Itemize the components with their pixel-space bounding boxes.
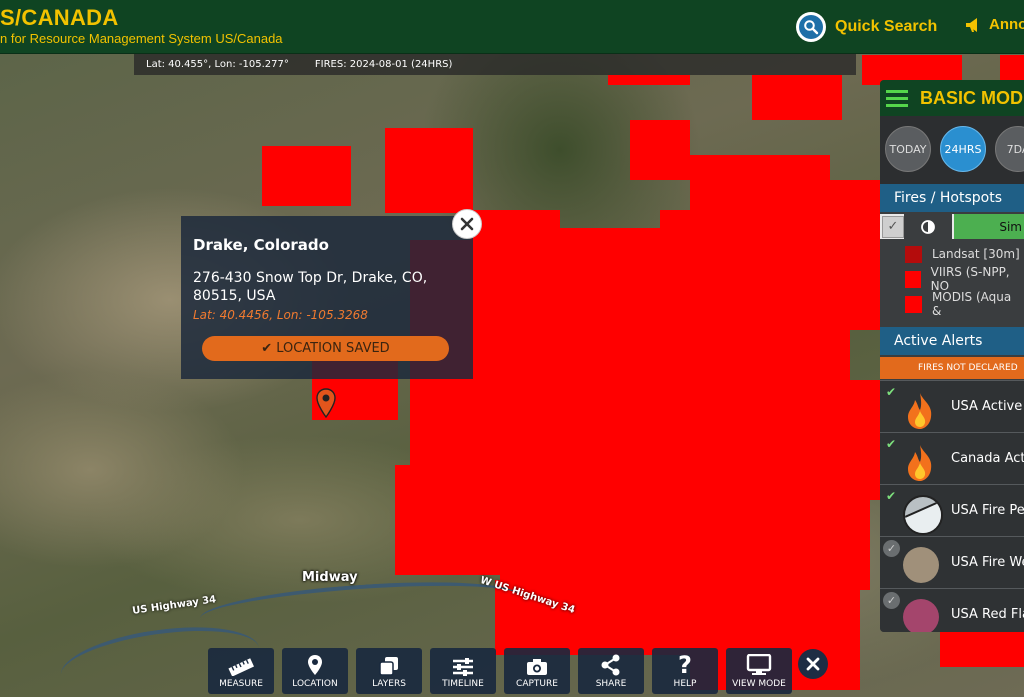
- alert-label: USA Fire We: [951, 555, 1024, 570]
- app-header: S/CANADA n for Resource Management Syste…: [0, 0, 1024, 54]
- coordinates-bar: Lat: 40.455°, Lon: -105.277° FIRES: 2024…: [134, 54, 856, 75]
- active-alerts-header[interactable]: Active Alerts: [880, 327, 1024, 355]
- popup-coordinates: Lat: 40.4456, Lon: -105.3268: [193, 308, 368, 322]
- bottom-toolbar: MEASURE LOCATION LAYERS TIMELINE CAPTURE…: [208, 648, 800, 694]
- legend-item-viirs: VIIRS (S-NPP, NO: [880, 265, 1024, 293]
- fire-hotspot[interactable]: [608, 75, 690, 85]
- camera-icon: [527, 659, 547, 675]
- unchecked-icon: ✓: [883, 540, 900, 557]
- fire-hotspot[interactable]: [720, 300, 810, 490]
- fire-hotspot[interactable]: [385, 128, 473, 213]
- alert-label: Canada Act: [951, 451, 1024, 466]
- monitor-icon: [746, 654, 772, 675]
- checked-icon: ✔: [886, 385, 897, 399]
- toolbar-close-button[interactable]: [798, 649, 828, 679]
- map-label-midway: Midway: [302, 570, 358, 585]
- capture-button[interactable]: CAPTURE: [504, 648, 570, 694]
- fire-tools-row: ✓ Sim: [880, 214, 1024, 239]
- layers-button[interactable]: LAYERS: [356, 648, 422, 694]
- alert-layer-usa-active[interactable]: ✔ USA Active: [880, 380, 1024, 432]
- announcements-button[interactable]: Anno: [965, 16, 1024, 33]
- popup-close-button[interactable]: [452, 209, 482, 239]
- share-icon: [601, 654, 620, 676]
- contrast-toggle-icon[interactable]: [904, 214, 952, 239]
- legend-item-modis: MODIS (Aqua &: [880, 290, 1024, 318]
- fire-hotspot[interactable]: [830, 180, 880, 330]
- help-button[interactable]: ? HELP: [652, 648, 718, 694]
- river: [198, 573, 522, 641]
- fires-date: FIRES: 2024-08-01 (24HRS): [314, 59, 453, 70]
- layers-icon: [379, 657, 398, 676]
- fire-perimeter-icon: [903, 495, 943, 535]
- map-view[interactable]: Midway W US Highway 34 US Highway 34: [0, 0, 1024, 697]
- unchecked-icon: ✓: [883, 592, 900, 609]
- quick-search-button[interactable]: Quick Search: [796, 10, 937, 44]
- time-button-today[interactable]: TODAY: [885, 126, 931, 172]
- alert-layer-usa-fire-weather[interactable]: ✓ USA Fire We: [880, 536, 1024, 588]
- search-icon: [796, 12, 826, 42]
- time-button-7days[interactable]: 7DA: [995, 126, 1024, 172]
- layer-panel: BASIC MOD TODAY 24HRS 7DA Fires / Hotspo…: [880, 80, 1024, 632]
- app-subtitle: n for Resource Management System US/Cana…: [0, 31, 283, 46]
- checkmark-icon: ✔: [261, 341, 273, 356]
- fire-hotspot[interactable]: [940, 632, 1024, 667]
- close-icon: [806, 657, 820, 671]
- map-pin-icon: [308, 655, 322, 675]
- fire-hotspot[interactable]: [700, 490, 870, 590]
- legend-swatch: [905, 270, 921, 288]
- popup-address: 276-430 Snow Top Dr, Drake, CO, 80515, U…: [193, 270, 428, 304]
- checked-icon: ✔: [886, 489, 897, 503]
- share-button[interactable]: SHARE: [578, 648, 644, 694]
- location-popup: Drake, Colorado 276-430 Snow Top Dr, Dra…: [181, 216, 473, 379]
- hamburger-menu-icon[interactable]: [886, 89, 908, 107]
- panel-mode-title: BASIC MOD: [920, 87, 1023, 108]
- sliders-icon: [453, 658, 473, 676]
- alert-label: USA Fire Pe: [951, 503, 1024, 518]
- legend-swatch: [905, 245, 922, 263]
- location-saved-label: LOCATION SAVED: [276, 341, 390, 356]
- alert-layer-usa-fire-perimeter[interactable]: ✔ USA Fire Pe: [880, 484, 1024, 536]
- checked-icon: ✔: [886, 437, 897, 451]
- timeline-button[interactable]: TIMELINE: [430, 648, 496, 694]
- fire-icon: [903, 443, 939, 481]
- fires-hotspots-header[interactable]: Fires / Hotspots: [880, 184, 1024, 212]
- announcements-label: Anno: [989, 16, 1024, 33]
- location-pin-icon[interactable]: [316, 388, 336, 422]
- ruler-icon: [228, 658, 254, 676]
- cursor-coordinates: Lat: 40.455°, Lon: -105.277°: [146, 59, 289, 70]
- select-all-checkbox[interactable]: ✓: [882, 216, 904, 238]
- location-saved-button[interactable]: ✔ LOCATION SAVED: [202, 336, 449, 361]
- fire-weather-icon: [903, 547, 939, 583]
- alert-layer-usa-red-flag[interactable]: ✓ USA Red Fla: [880, 588, 1024, 632]
- fires-not-declared-banner: FIRES NOT DECLARED: [880, 357, 1024, 379]
- alert-layer-canada-active[interactable]: ✔ Canada Act: [880, 432, 1024, 484]
- app-title: S/CANADA: [0, 5, 119, 30]
- megaphone-icon: [966, 17, 977, 32]
- time-button-24hrs[interactable]: 24HRS: [940, 126, 986, 172]
- legend-item-landsat: Landsat [30m]: [880, 243, 1024, 265]
- legend-swatch: [905, 295, 922, 313]
- measure-button[interactable]: MEASURE: [208, 648, 274, 694]
- time-range-selector: TODAY 24HRS 7DA: [880, 116, 1024, 184]
- quick-search-label: Quick Search: [835, 18, 938, 35]
- location-button[interactable]: LOCATION: [282, 648, 348, 694]
- simple-mode-button[interactable]: Sim: [954, 214, 1024, 239]
- panel-header: BASIC MOD: [880, 80, 1024, 116]
- fire-hotspot[interactable]: [630, 120, 690, 180]
- red-flag-icon: [903, 599, 939, 632]
- fire-hotspot[interactable]: [800, 380, 880, 500]
- view-mode-button[interactable]: VIEW MODE: [726, 648, 792, 694]
- fire-hotspot[interactable]: [262, 146, 351, 206]
- question-icon: ?: [678, 651, 692, 679]
- alert-label: USA Active: [951, 399, 1023, 414]
- close-icon: [460, 217, 474, 231]
- fire-icon: [903, 391, 939, 429]
- popup-title: Drake, Colorado: [193, 236, 329, 254]
- alert-label: USA Red Fla: [951, 607, 1024, 622]
- fire-hotspot[interactable]: [752, 75, 842, 120]
